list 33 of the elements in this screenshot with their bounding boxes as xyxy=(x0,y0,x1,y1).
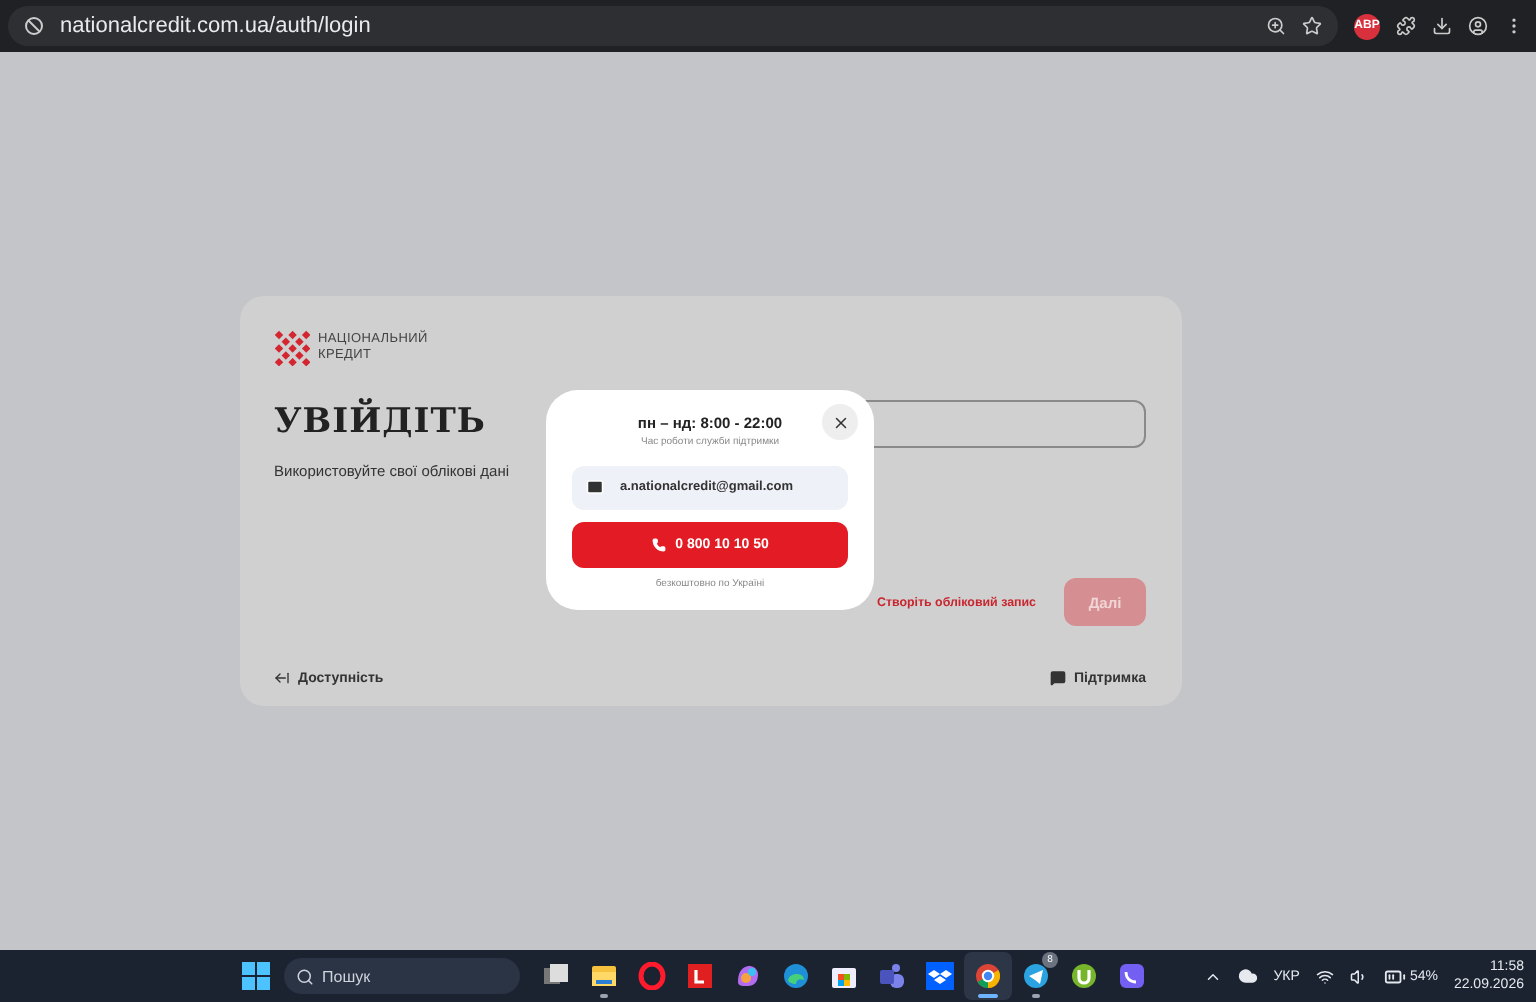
close-button[interactable] xyxy=(822,404,858,440)
download-icon[interactable] xyxy=(1432,16,1452,36)
search-icon xyxy=(296,967,314,985)
wifi-icon[interactable] xyxy=(1315,967,1334,985)
wave-icon xyxy=(782,962,810,990)
paper-plane-icon xyxy=(1022,962,1050,990)
people-icon xyxy=(878,962,906,990)
page-title: УВІЙДІТЬ xyxy=(274,402,486,442)
close-icon[interactable] xyxy=(831,413,849,431)
folder-icon xyxy=(590,962,618,990)
letter-tile-icon xyxy=(686,962,714,990)
ring-icon xyxy=(638,962,666,990)
zoom-icon[interactable] xyxy=(1266,16,1286,36)
profile-icon[interactable] xyxy=(1468,16,1488,36)
battery-icon[interactable] xyxy=(1383,965,1406,987)
puzzle-icon[interactable] xyxy=(1396,16,1416,36)
search-field[interactable]: Пошук xyxy=(284,958,520,994)
box-icon xyxy=(926,962,954,990)
phone-bubble-icon xyxy=(1118,962,1146,990)
phone-icon xyxy=(651,537,666,552)
address-bar[interactable]: nationalcredit.com.ua/auth/login xyxy=(8,6,1338,46)
taskbar-app[interactable] xyxy=(964,952,1012,1000)
star-icon[interactable] xyxy=(1302,16,1322,36)
accessibility-icon[interactable] xyxy=(274,670,290,686)
volume-icon[interactable] xyxy=(1349,967,1368,985)
chat-icon[interactable] xyxy=(1049,670,1066,686)
cloud-icon[interactable] xyxy=(1237,966,1258,986)
bag-icon xyxy=(830,962,858,990)
logo-icon xyxy=(274,330,310,366)
circle-logo-icon xyxy=(974,962,1002,990)
windows-logo-icon[interactable] xyxy=(242,962,270,990)
url-text[interactable]: nationalcredit.com.ua/auth/login xyxy=(60,14,371,38)
site-info-icon[interactable] xyxy=(24,16,44,36)
